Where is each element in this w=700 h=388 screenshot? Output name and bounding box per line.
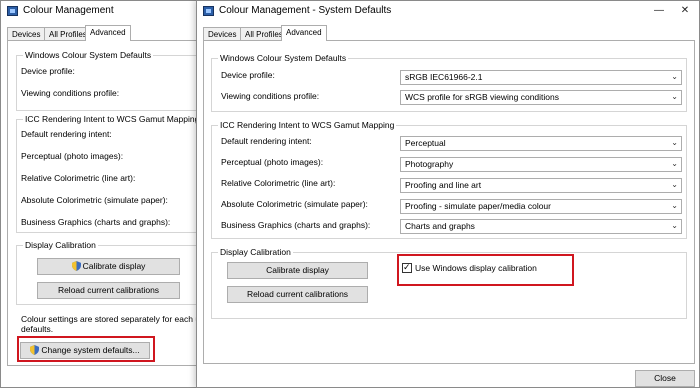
front-calibration-group-label: Display Calibration [218,247,293,257]
back-calibrate-display-label: Calibrate display [82,261,146,271]
back-default-intent-label: Default rendering intent: [21,129,112,139]
perceptual-value: Photography [405,159,454,169]
chevron-down-icon: ⌄ [671,159,678,168]
change-defaults-highlight [17,336,155,362]
perceptual-dropdown[interactable]: Photography ⌄ [400,157,682,172]
relative-colorimetric-label: Relative Colorimetric (line art): [221,178,336,188]
perceptual-label: Perceptual (photo images): [221,157,324,167]
front-tab-panel: Windows Colour System Defaults Device pr… [203,40,695,364]
chevron-down-icon: ⌄ [671,201,678,210]
absolute-colorimetric-value: Proofing - simulate paper/media colour [405,201,551,211]
relative-colorimetric-value: Proofing and line art [405,180,482,190]
front-icc-group: ICC Rendering Intent to WCS Gamut Mappin… [211,120,687,239]
back-window-title: Colour Management [23,5,114,16]
business-graphics-value: Charts and graphs [405,221,475,231]
minimize-icon[interactable]: — [647,3,671,19]
back-wcs-group-label: Windows Colour System Defaults [23,50,154,60]
calibration-highlight [397,254,574,286]
chevron-down-icon: ⌄ [671,221,678,230]
relative-colorimetric-dropdown[interactable]: Proofing and line art ⌄ [400,178,682,193]
back-wcs-group: Windows Colour System Defaults Device pr… [16,50,206,111]
back-device-profile-label: Device profile: [21,66,75,76]
absolute-colorimetric-label: Absolute Colorimetric (simulate paper): [221,199,368,209]
device-profile-label: Device profile: [221,70,275,80]
back-calibrate-display-button[interactable]: Calibrate display [37,258,180,275]
absolute-colorimetric-dropdown[interactable]: Proofing - simulate paper/media colour ⌄ [400,199,682,214]
back-absolute-label: Absolute Colorimetric (simulate paper): [21,195,168,205]
device-profile-dropdown[interactable]: sRGB IEC61966-2.1 ⌄ [400,70,682,85]
viewing-conditions-dropdown[interactable]: WCS profile for sRGB viewing conditions … [400,90,682,105]
business-graphics-label: Business Graphics (charts and graphs): [221,220,371,230]
back-tab-panel: Windows Colour System Defaults Device pr… [7,40,206,366]
viewing-conditions-label: Viewing conditions profile: [221,91,320,101]
close-button[interactable]: Close [635,370,695,387]
default-intent-label: Default rendering intent: [221,136,312,146]
chevron-down-icon: ⌄ [671,138,678,147]
back-calibration-group: Display Calibration Calibrate display Re… [16,240,206,305]
front-titlebar: Colour Management - System Defaults — ✕ [197,1,699,23]
back-icc-group-label: ICC Rendering Intent to WCS Gamut Mappin… [23,114,202,124]
colour-management-icon [7,6,18,16]
back-perceptual-label: Perceptual (photo images): [21,151,124,161]
front-wcs-group-label: Windows Colour System Defaults [218,53,349,63]
back-icc-group: ICC Rendering Intent to WCS Gamut Mappin… [16,114,206,233]
front-tab-devices[interactable]: Devices [203,27,242,41]
front-tab-advanced[interactable]: Advanced [281,25,327,41]
back-business-label: Business Graphics (charts and graphs): [21,217,171,227]
viewing-conditions-value: WCS profile for sRGB viewing conditions [405,92,560,102]
chevron-down-icon: ⌄ [671,72,678,81]
default-intent-dropdown[interactable]: Perceptual ⌄ [400,136,682,151]
back-note-line2: defaults. [21,324,54,334]
back-window: Colour Management Devices All Profiles A… [0,0,206,388]
back-titlebar: Colour Management [1,1,204,23]
back-reload-calibrations-button[interactable]: Reload current calibrations [37,282,180,299]
front-window-title: Colour Management - System Defaults [219,5,392,16]
chevron-down-icon: ⌄ [671,92,678,101]
device-profile-value: sRGB IEC61966-2.1 [405,72,483,82]
business-graphics-dropdown[interactable]: Charts and graphs ⌄ [400,219,682,234]
back-viewing-label: Viewing conditions profile: [21,88,120,98]
back-calibration-group-label: Display Calibration [23,240,98,250]
chevron-down-icon: ⌄ [671,180,678,189]
back-note-line1: Colour settings are stored separately fo… [21,314,201,324]
uac-shield-icon [71,261,81,271]
default-intent-value: Perceptual [405,138,446,148]
colour-management-icon [203,6,214,16]
back-tab-advanced[interactable]: Advanced [85,25,131,41]
close-icon[interactable]: ✕ [673,3,697,19]
reload-calibrations-button[interactable]: Reload current calibrations [227,286,368,303]
front-wcs-group: Windows Colour System Defaults Device pr… [211,53,687,112]
back-tab-devices[interactable]: Devices [7,27,46,41]
front-window: Colour Management - System Defaults — ✕ … [196,0,700,388]
front-icc-group-label: ICC Rendering Intent to WCS Gamut Mappin… [218,120,397,130]
calibrate-display-button[interactable]: Calibrate display [227,262,368,279]
back-relative-label: Relative Colorimetric (line art): [21,173,136,183]
